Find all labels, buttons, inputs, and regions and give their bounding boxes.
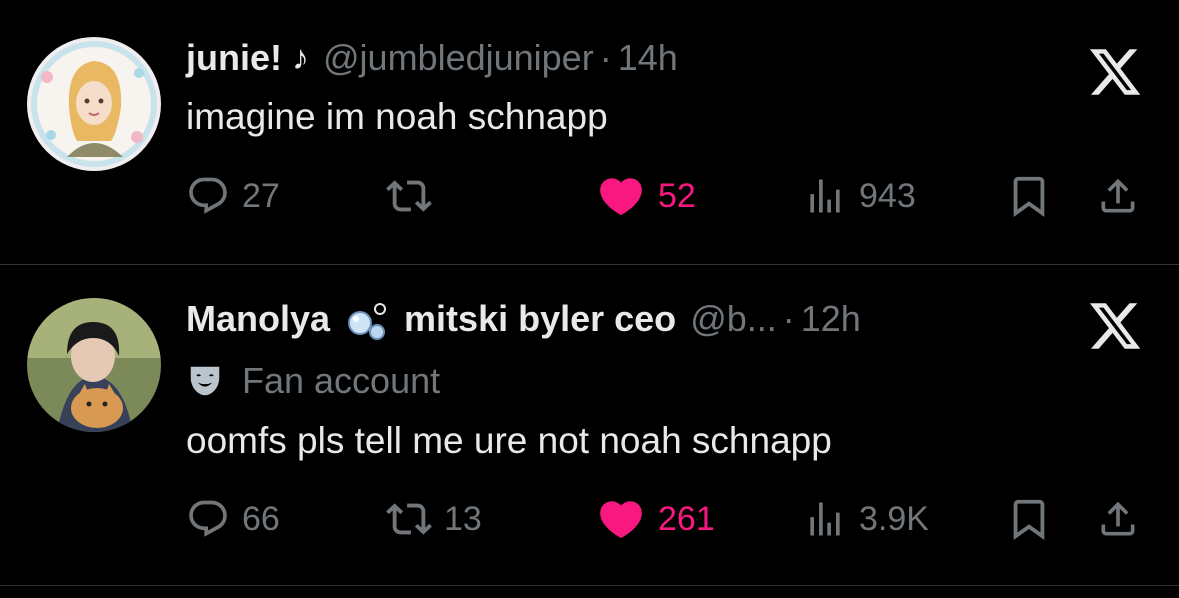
views-count: 943 <box>859 176 916 215</box>
retweet-count: 13 <box>444 499 482 538</box>
reply-count: 27 <box>242 176 280 215</box>
separator-dot: · <box>599 37 612 78</box>
like-count: 52 <box>658 176 696 215</box>
tweet-text: oomfs pls tell me ure not noah schnapp <box>186 420 832 461</box>
divider <box>0 585 1179 586</box>
tweet[interactable]: Manolya mitski byler ceo @b... · 12h Fan… <box>0 265 1179 585</box>
bookmark-icon <box>1013 176 1045 217</box>
reply-icon <box>189 500 227 537</box>
timestamp[interactable]: 14h <box>618 37 678 79</box>
reply-button[interactable]: 27 <box>186 171 280 221</box>
bookmark-button[interactable] <box>1006 494 1052 544</box>
fan-account-badge[interactable]: Fan account <box>186 357 440 405</box>
avatar[interactable] <box>27 37 161 171</box>
handle[interactable]: @jumbledjuniper <box>323 37 594 79</box>
like-count: 261 <box>658 499 715 538</box>
views-icon <box>810 179 840 213</box>
tweet[interactable]: junie! ♪ @jumbledjuniper · 14h imagine i… <box>0 0 1179 264</box>
share-icon <box>1101 178 1135 213</box>
bookmark-icon <box>1013 499 1045 540</box>
views-count: 3.9K <box>859 499 929 538</box>
x-logo-icon <box>1087 44 1143 100</box>
reply-count: 66 <box>242 499 280 538</box>
reply-icon <box>189 177 227 214</box>
share-button[interactable] <box>1096 171 1140 221</box>
retweet-icon <box>386 180 432 212</box>
views-icon <box>810 502 840 536</box>
share-button[interactable] <box>1096 494 1140 544</box>
badge-label: Fan account <box>242 360 441 401</box>
display-name-suffix[interactable]: mitski byler ceo <box>404 298 676 340</box>
bubbles-icon <box>344 297 392 341</box>
retweet-icon <box>386 503 432 535</box>
bookmark-button[interactable] <box>1006 171 1052 221</box>
theater-mask-icon <box>186 362 224 400</box>
music-note-emoji: ♪ <box>292 38 309 77</box>
separator-dot: · <box>782 298 795 339</box>
x-logo-icon <box>1087 298 1143 354</box>
share-icon <box>1101 501 1135 536</box>
tweet-header: junie! ♪ @jumbledjuniper · 14h <box>186 34 678 82</box>
display-name[interactable]: Manolya <box>186 298 330 340</box>
tweet-header: Manolya mitski byler ceo @b... · 12h <box>186 295 861 343</box>
reply-button[interactable]: 66 <box>186 494 280 544</box>
action-bar: 27 52 943 <box>186 171 1152 221</box>
like-button[interactable]: 261 <box>596 494 715 544</box>
handle[interactable]: @b... <box>690 298 777 340</box>
heart-icon <box>600 501 642 539</box>
heart-icon <box>600 178 642 216</box>
avatar[interactable] <box>27 298 161 432</box>
like-button[interactable]: 52 <box>596 171 696 221</box>
action-bar: 66 13 261 3.9K <box>186 494 1152 544</box>
views-button[interactable]: 3.9K <box>803 494 929 544</box>
retweet-button[interactable] <box>386 171 444 221</box>
views-button[interactable]: 943 <box>803 171 916 221</box>
retweet-button[interactable]: 13 <box>386 494 482 544</box>
timestamp[interactable]: 12h <box>801 298 861 340</box>
tweet-text: imagine im noah schnapp <box>186 96 608 137</box>
display-name[interactable]: junie! <box>186 37 282 79</box>
